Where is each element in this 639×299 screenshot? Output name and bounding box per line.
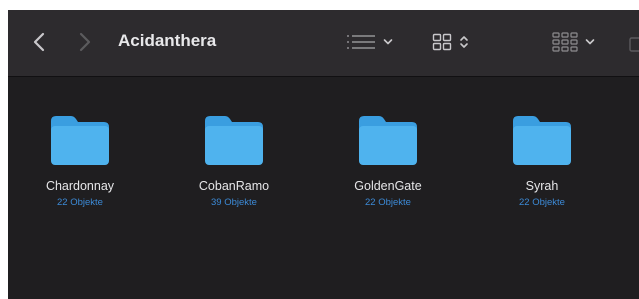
chevron-down-icon [585,39,595,45]
list-view-icon [347,35,375,49]
folder-content-area: Chardonnay 22 Objekte CobanRamo 39 Objek… [8,77,639,299]
chevron-down-icon [383,39,393,45]
window-title: Acidanthera [118,31,217,50]
folder-name: Syrah [525,179,559,193]
view-options-button[interactable] [346,29,393,55]
folder-item[interactable]: GoldenGate 22 Objekte [323,113,453,208]
chevron-right-icon [79,32,91,52]
folder-name: Chardonnay [45,179,115,193]
folder-item[interactable]: Chardonnay 22 Objekte [15,113,145,208]
share-button[interactable] [627,29,639,55]
forward-button[interactable] [74,27,96,57]
group-by-button[interactable] [552,29,595,55]
folder-item[interactable]: CobanRamo 39 Objekte [169,113,299,208]
share-icon [629,37,639,52]
toolbar: Acidanthera [8,10,639,77]
chevron-left-icon [33,32,45,52]
finder-window: Acidanthera Chardonnay 22 Objekte CobanR… [8,10,639,299]
view-mode-button[interactable] [432,29,469,55]
grid-view-icon [432,33,452,51]
folder-icon [359,116,417,165]
folder-icon [205,116,263,165]
folder-item[interactable]: Syrah 22 Objekte [477,113,607,208]
folder-name: GoldenGate [354,179,422,193]
folder-count: 39 Objekte [211,197,257,208]
back-button[interactable] [28,27,50,57]
folder-icon [513,116,571,165]
folder-count: 22 Objekte [519,197,565,208]
group-by-icon [552,32,578,52]
up-down-chevron-icon [460,36,468,48]
folder-count: 22 Objekte [57,197,103,208]
folder-count: 22 Objekte [365,197,411,208]
folder-icon [51,116,109,165]
folder-name: CobanRamo [198,179,270,193]
